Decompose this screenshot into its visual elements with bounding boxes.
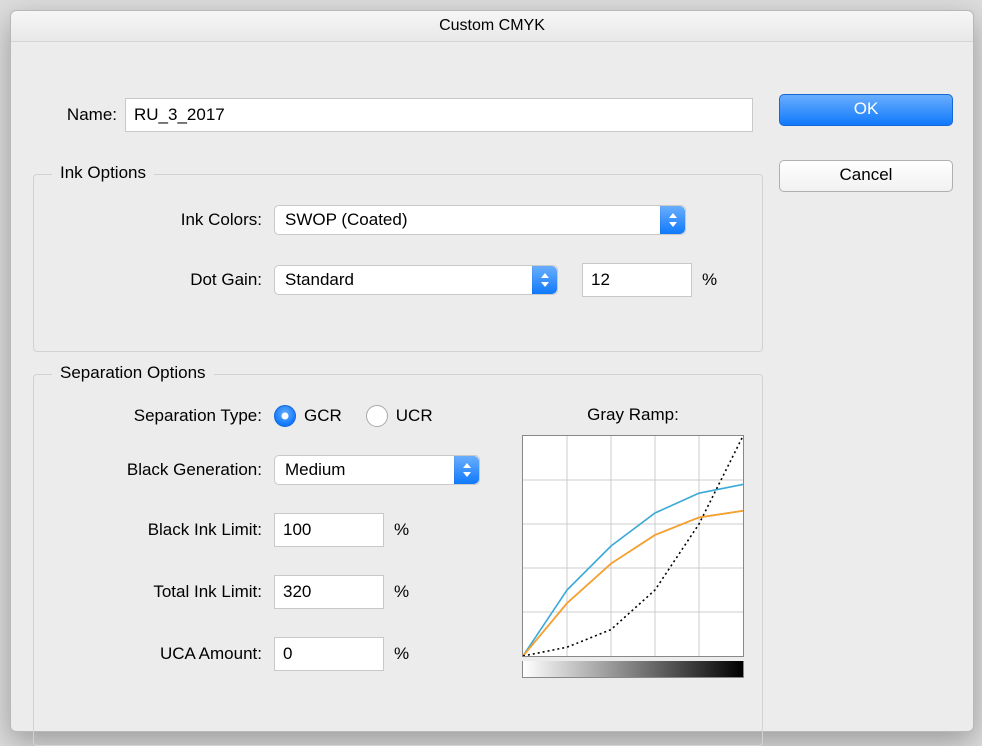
custom-cmyk-dialog: Custom CMYK Name: OK Cancel Ink Options … xyxy=(10,10,974,732)
dot-gain-num-input[interactable] xyxy=(582,263,692,297)
black-gen-label: Black Generation: xyxy=(52,460,262,480)
sep-type-label: Separation Type: xyxy=(52,406,262,426)
ok-button[interactable]: OK xyxy=(779,94,953,126)
dot-gain-value: Standard xyxy=(285,270,354,289)
chevron-updown-icon xyxy=(660,206,685,234)
name-label: Name: xyxy=(33,105,117,125)
ucr-radio-label: UCR xyxy=(396,406,433,426)
gray-gradient-bar xyxy=(522,661,744,678)
total-ink-limit-label: Total Ink Limit: xyxy=(52,582,262,602)
radio-dot-icon xyxy=(274,405,296,427)
uca-amount-label: UCA Amount: xyxy=(52,644,262,664)
black-ink-limit-input[interactable] xyxy=(274,513,384,547)
ink-options-legend: Ink Options xyxy=(52,163,154,183)
radio-dot-icon xyxy=(366,405,388,427)
gcr-radio[interactable]: GCR xyxy=(274,405,342,427)
ink-colors-value: SWOP (Coated) xyxy=(285,210,408,229)
black-gen-select[interactable]: Medium xyxy=(274,455,480,485)
dot-gain-select[interactable]: Standard xyxy=(274,265,558,295)
gray-ramp-block: Gray Ramp: xyxy=(522,405,744,678)
gray-ramp-chart xyxy=(522,435,744,657)
gray-ramp-title: Gray Ramp: xyxy=(522,405,744,425)
ucr-radio[interactable]: UCR xyxy=(366,405,433,427)
pct-label: % xyxy=(394,520,409,540)
pct-label: % xyxy=(394,644,409,664)
dot-gain-label: Dot Gain: xyxy=(52,270,262,290)
chevron-updown-icon xyxy=(532,266,557,294)
cancel-button[interactable]: Cancel xyxy=(779,160,953,192)
ink-colors-select[interactable]: SWOP (Coated) xyxy=(274,205,686,235)
ink-options-group: Ink Options Ink Colors: SWOP (Coated) Do… xyxy=(33,174,763,352)
pct-label: % xyxy=(394,582,409,602)
ink-colors-label: Ink Colors: xyxy=(52,210,262,230)
uca-amount-input[interactable] xyxy=(274,637,384,671)
total-ink-limit-input[interactable] xyxy=(274,575,384,609)
separation-options-legend: Separation Options xyxy=(52,363,214,383)
separation-options-group: Separation Options Separation Type: GCR … xyxy=(33,374,763,746)
name-input[interactable] xyxy=(125,98,753,132)
titlebar: Custom CMYK xyxy=(11,11,973,42)
black-ink-limit-label: Black Ink Limit: xyxy=(52,520,262,540)
pct-label: % xyxy=(702,270,717,290)
black-gen-value: Medium xyxy=(285,460,345,479)
chevron-updown-icon xyxy=(454,456,479,484)
gcr-radio-label: GCR xyxy=(304,406,342,426)
